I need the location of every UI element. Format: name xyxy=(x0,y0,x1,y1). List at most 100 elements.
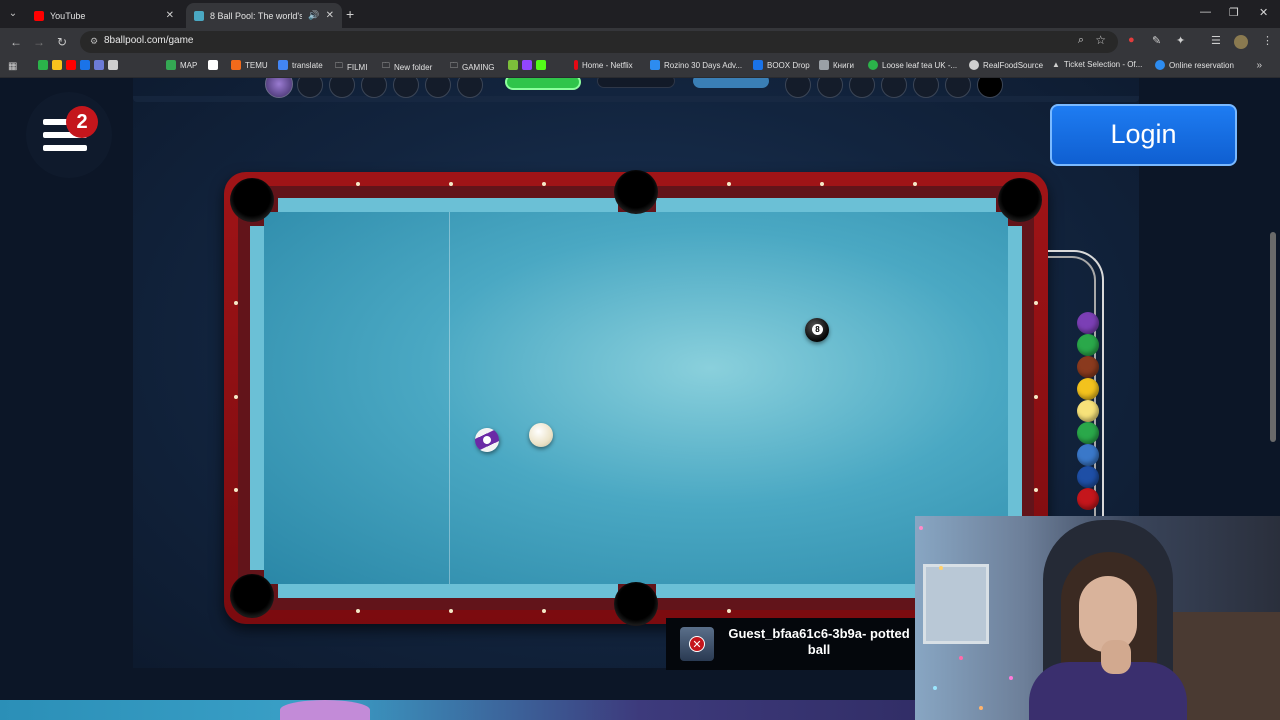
rail-diamond xyxy=(727,609,731,613)
head-string-line xyxy=(449,212,450,584)
bookmark-favicon-icon[interactable] xyxy=(108,60,118,70)
bookmark-filmi[interactable]: 🗀 FILMI xyxy=(335,60,367,74)
pocket-top-middle xyxy=(614,170,658,214)
hud-pill-opponent xyxy=(693,78,769,88)
reload-icon[interactable]: ↻ xyxy=(57,34,67,50)
bookmark-label: New folder xyxy=(394,62,433,72)
bookmark-netflix[interactable]: Home - Netflix xyxy=(574,60,633,70)
rail-diamond xyxy=(1034,488,1038,492)
bookmark-translate[interactable]: translate xyxy=(278,60,323,70)
rail-diamond xyxy=(449,609,453,613)
bookmark-map[interactable]: MAP xyxy=(166,60,197,70)
boox-icon xyxy=(753,60,763,70)
extension-pen-icon[interactable]: ✎ xyxy=(1152,34,1161,47)
folder-icon: 🗀 xyxy=(450,61,458,70)
potted-ball-toast: ✕ Guest_bfaa61c6-3b9a- potted ball xyxy=(666,618,916,670)
webcam-overlay xyxy=(915,516,1280,720)
ball-slot xyxy=(425,78,451,98)
new-tab-icon[interactable]: + xyxy=(346,5,354,23)
more-bookmarks-icon[interactable]: » xyxy=(1256,60,1262,71)
apps-grid-icon[interactable]: ▦ xyxy=(8,61,17,72)
bookmark-realfoodsource[interactable]: RealFoodSource xyxy=(969,60,1043,70)
potted-ball xyxy=(1077,400,1099,422)
potted-ball xyxy=(1077,378,1099,400)
tab-strip: ⌄ YouTube ✕ 8 Ball Pool: The world's #1 … xyxy=(0,0,1280,28)
bookmarks-bar: ▦ MAP TEMU translate 🗀 FILMI 🗀 New folder … xyxy=(0,56,1280,78)
bookmark-label: translate xyxy=(292,60,323,70)
decorative-blob xyxy=(280,700,370,720)
table-felt[interactable] xyxy=(264,212,1008,584)
bookmark-favicon-icon[interactable] xyxy=(66,60,76,70)
kebab-menu-icon[interactable]: ⋮ xyxy=(1262,34,1273,47)
menu-button[interactable]: 2 xyxy=(26,92,112,178)
bookmark-ticket-selection[interactable]: ▲ Ticket Selection - Of... xyxy=(1052,60,1142,69)
ball-slot xyxy=(849,78,875,98)
toast-message: Guest_bfaa61c6-3b9a- potted ball xyxy=(728,626,910,657)
cue-ball[interactable] xyxy=(529,423,553,447)
bookmark-label: MAP xyxy=(180,60,198,70)
close-window-icon[interactable]: ✕ xyxy=(1259,6,1268,19)
pocket-bottom-left xyxy=(230,574,274,618)
bookmark-favicon-icon[interactable] xyxy=(94,60,104,70)
bookmark-label: Книги xyxy=(833,60,854,70)
login-button[interactable]: Login xyxy=(1050,104,1237,166)
bookmark-boox-drop[interactable]: BOOX Drop xyxy=(753,60,810,70)
close-tab-icon[interactable]: ✕ xyxy=(166,10,174,21)
bookmark-online-reservation[interactable]: Online reservation xyxy=(1155,60,1234,70)
folder-icon: 🗀 xyxy=(382,61,390,70)
tab-youtube[interactable]: YouTube ✕ xyxy=(26,3,182,28)
extensions-puzzle-icon[interactable]: ✦ xyxy=(1176,34,1185,47)
tab-search-chevron-icon[interactable]: ⌄ xyxy=(4,5,22,23)
back-icon[interactable]: ← xyxy=(10,34,22,50)
map-pin-icon xyxy=(166,60,176,70)
bookmark-amazon[interactable] xyxy=(208,60,218,70)
streamer-hand xyxy=(1101,640,1131,674)
minimize-icon[interactable]: — xyxy=(1200,6,1211,18)
url-text: 8ballpool.com/game xyxy=(104,35,194,46)
bookmark-favicon-group xyxy=(508,60,546,70)
bookmark-favicon-icon[interactable] xyxy=(52,60,62,70)
zoom-icon[interactable]: ⌕ xyxy=(1078,34,1084,47)
tab-title: YouTube xyxy=(50,10,86,21)
ball-slot xyxy=(817,78,843,98)
reading-list-icon[interactable]: ☰ xyxy=(1211,34,1221,47)
fairy-lights xyxy=(919,526,923,530)
bookmark-new-folder[interactable]: 🗀 New folder xyxy=(382,60,432,74)
bookmark-gaming[interactable]: 🗀 GAMING xyxy=(450,60,494,74)
forward-icon[interactable]: → xyxy=(33,34,45,50)
restore-icon[interactable]: ❐ xyxy=(1229,6,1239,19)
eight-ball: 8 xyxy=(805,318,829,342)
globe-icon xyxy=(969,60,979,70)
bookmark-loose-leaf-tea[interactable]: Loose leaf tea UK -... xyxy=(868,60,957,70)
profile-avatar[interactable] xyxy=(1234,35,1248,49)
rail-diamond xyxy=(356,182,360,186)
rozino-icon xyxy=(650,60,660,70)
bookmark-knigi[interactable]: Книги xyxy=(819,60,854,70)
bookmark-favicon-icon[interactable] xyxy=(508,60,518,70)
extension-icon[interactable]: ● xyxy=(1128,34,1135,46)
potted-ball xyxy=(1077,334,1099,356)
tab-title: 8 Ball Pool: The world's #1 xyxy=(210,10,303,21)
close-tab-icon[interactable]: ✕ xyxy=(326,10,334,21)
pocket-top-right xyxy=(998,178,1042,222)
bookmark-label: Home - Netflix xyxy=(582,60,633,70)
speaker-icon[interactable]: 🔊 xyxy=(308,10,319,21)
rail-diamond xyxy=(1034,395,1038,399)
address-bar[interactable]: ⚙ 8ballpool.com/game ⌕ ☆ xyxy=(80,31,1118,53)
bookmark-rozino[interactable]: Rozino 30 Days Adv... xyxy=(650,60,742,70)
bookmark-favicon-icon[interactable] xyxy=(38,60,48,70)
folder-icon: 🗀 xyxy=(335,61,343,70)
potted-ball xyxy=(1077,488,1099,510)
kick-icon[interactable] xyxy=(536,60,546,70)
bookmark-star-icon[interactable]: ☆ xyxy=(1095,33,1106,47)
bookmark-favicon-icon[interactable] xyxy=(80,60,90,70)
site-info-icon[interactable]: ⚙ xyxy=(88,35,100,47)
rail-diamond xyxy=(820,182,824,186)
page-scrollbar[interactable] xyxy=(1270,232,1276,442)
ball-slot xyxy=(457,78,483,98)
bookmark-label: Ticket Selection - Of... xyxy=(1063,60,1143,69)
tab-8ballpool[interactable]: 8 Ball Pool: The world's #1 🔊 ✕ xyxy=(186,3,342,28)
notification-badge: 2 xyxy=(66,106,98,138)
twitch-icon[interactable] xyxy=(522,60,532,70)
bookmark-temu[interactable]: TEMU xyxy=(231,60,268,70)
